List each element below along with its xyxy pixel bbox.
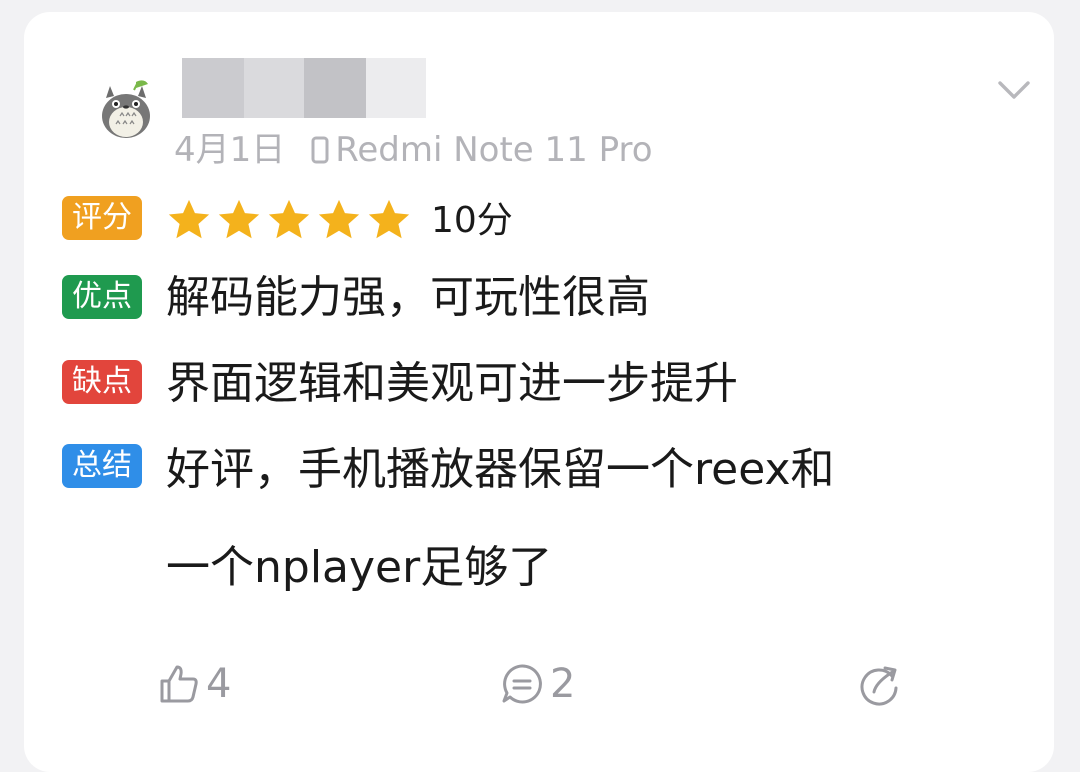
summary-text-line2: 一个nplayer足够了 bbox=[166, 542, 553, 593]
star-icon bbox=[268, 199, 310, 239]
like-button[interactable]: 4 bbox=[158, 660, 231, 708]
comment-button[interactable]: 2 bbox=[500, 660, 575, 708]
rating-tag: 评分 bbox=[62, 196, 142, 240]
phone-icon bbox=[311, 136, 329, 164]
chevron-down-icon[interactable] bbox=[996, 72, 1032, 108]
cons-text: 界面逻辑和美观可进一步提升 bbox=[166, 358, 738, 409]
star-icon bbox=[368, 199, 410, 239]
summary-text-line1: 好评，手机播放器保留一个reex和 bbox=[166, 444, 835, 495]
share-icon bbox=[860, 666, 898, 706]
share-button[interactable] bbox=[858, 660, 908, 708]
star-icon bbox=[318, 199, 360, 239]
thumbs-up-icon bbox=[160, 665, 198, 703]
review-date: 4月1日 bbox=[174, 130, 286, 170]
star-icon bbox=[168, 199, 210, 239]
comment-icon bbox=[502, 664, 542, 704]
like-count: 4 bbox=[206, 661, 232, 707]
star-rating bbox=[166, 197, 412, 243]
pros-text: 解码能力强，可玩性很高 bbox=[166, 272, 650, 323]
star-icon bbox=[218, 199, 260, 239]
pros-tag: 优点 bbox=[62, 275, 142, 319]
comment-count: 2 bbox=[550, 661, 576, 707]
cons-tag: 缺点 bbox=[62, 360, 142, 404]
device-name: Redmi Note 11 Pro bbox=[335, 130, 653, 170]
avatar[interactable] bbox=[96, 76, 156, 140]
score-text: 10分 bbox=[431, 200, 513, 241]
review-meta: 4月1日 Redmi Note 11 Pro bbox=[174, 128, 653, 172]
summary-tag: 总结 bbox=[62, 444, 142, 488]
username-blurred bbox=[182, 58, 426, 118]
